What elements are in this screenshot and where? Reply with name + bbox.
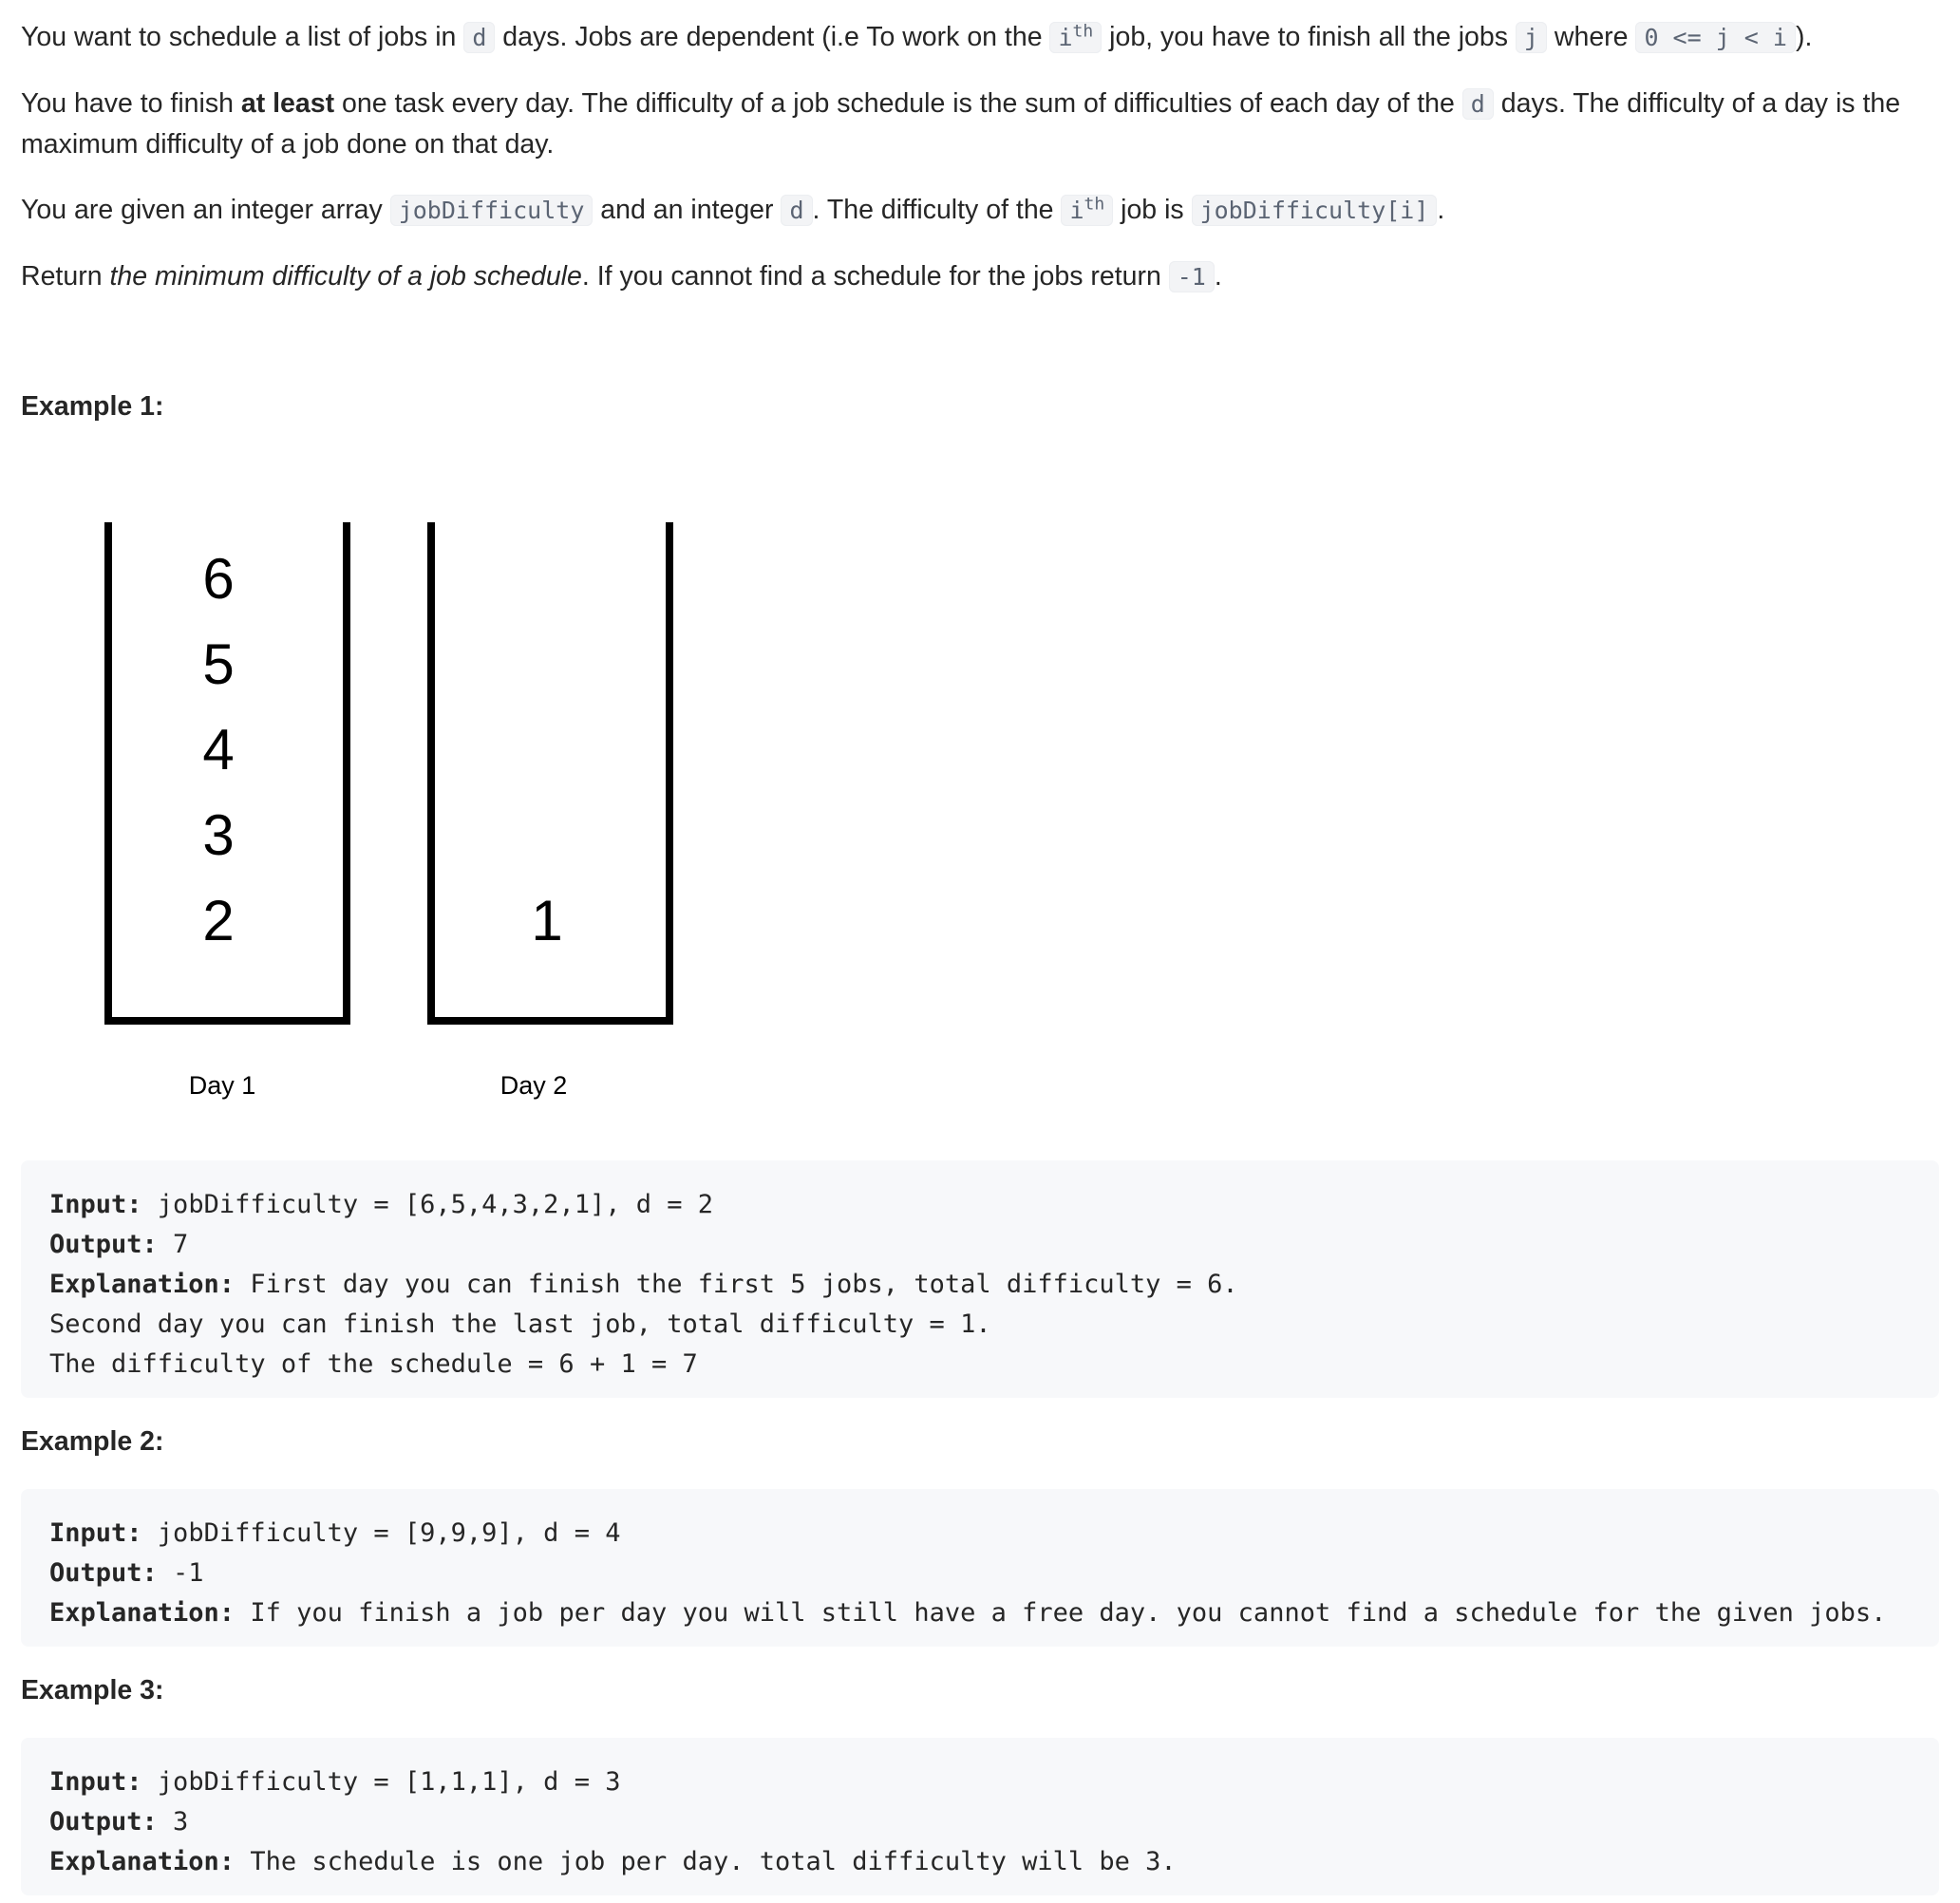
job-value: 6 bbox=[202, 547, 234, 611]
inline-code: d bbox=[463, 22, 496, 53]
text: You are given an integer array bbox=[21, 195, 390, 225]
inline-code: ith bbox=[1049, 22, 1102, 53]
day-buckets-diagram: 6 5 4 3 2 1 Day 1 Day 2 bbox=[104, 522, 673, 1100]
input-value: jobDifficulty = [1,1,1], d = 3 bbox=[141, 1767, 621, 1797]
output-value: 3 bbox=[157, 1807, 189, 1837]
inline-code: -1 bbox=[1168, 261, 1215, 292]
explanation-value: The schedule is one job per day. total d… bbox=[235, 1847, 1177, 1876]
example-2-title: Example 2: bbox=[21, 1426, 164, 1457]
text: . bbox=[1437, 195, 1445, 225]
output-value: -1 bbox=[157, 1558, 204, 1588]
text: ). bbox=[1795, 22, 1813, 52]
paragraph-1: You want to schedule a list of jobs in d… bbox=[21, 17, 1939, 58]
input-label: Input: bbox=[49, 1767, 142, 1797]
text: Return bbox=[21, 261, 110, 292]
text: days. Jobs are dependent (i.e To work on… bbox=[495, 22, 1050, 52]
explanation-label: Explanation: bbox=[49, 1270, 236, 1299]
output-label: Output: bbox=[49, 1807, 158, 1837]
output-value: 7 bbox=[157, 1230, 189, 1259]
inline-code: jobDifficulty bbox=[389, 195, 594, 226]
day-2-label: Day 2 bbox=[500, 1071, 568, 1100]
text: . If you cannot find a schedule for the … bbox=[581, 261, 1169, 292]
inline-code: jobDifficulty[i] bbox=[1191, 195, 1438, 226]
explanation-value: If you finish a job per day you will sti… bbox=[235, 1598, 1887, 1628]
example-1-block: Input: jobDifficulty = [6,5,4,3,2,1], d … bbox=[21, 1160, 1939, 1398]
text: You have to finish bbox=[21, 88, 241, 119]
explanation-label: Explanation: bbox=[49, 1847, 236, 1876]
paragraph-2: You have to finish at least one task eve… bbox=[21, 84, 1939, 164]
input-label: Input: bbox=[49, 1518, 142, 1548]
input-value: jobDifficulty = [9,9,9], d = 4 bbox=[141, 1518, 621, 1548]
text: where bbox=[1546, 22, 1636, 52]
inline-code: 0 <= j < i bbox=[1635, 22, 1796, 53]
text: one task every day. The difficulty of a … bbox=[334, 88, 1462, 119]
inline-code: d bbox=[781, 195, 813, 226]
output-label: Output: bbox=[49, 1230, 158, 1259]
example-1-title: Example 1: bbox=[21, 391, 164, 422]
text: and an integer bbox=[593, 195, 782, 225]
inline-code: d bbox=[1461, 88, 1494, 120]
paragraph-4: Return the minimum difficulty of a job s… bbox=[21, 256, 1939, 297]
input-label: Input: bbox=[49, 1190, 142, 1219]
example-3-block: Input: jobDifficulty = [1,1,1], d = 3 Ou… bbox=[21, 1738, 1939, 1895]
superscript: th bbox=[1072, 21, 1094, 42]
inline-code-text: i bbox=[1069, 197, 1084, 224]
paragraph-3: You are given an integer array jobDiffic… bbox=[21, 190, 1939, 231]
text: You want to schedule a list of jobs in bbox=[21, 22, 464, 52]
job-value: 3 bbox=[202, 803, 234, 867]
text: job, you have to finish all the jobs bbox=[1102, 22, 1516, 52]
bold-text: at least bbox=[240, 88, 335, 119]
job-value: 1 bbox=[531, 889, 562, 952]
day-1-label: Day 1 bbox=[189, 1071, 256, 1100]
inline-code: ith bbox=[1061, 194, 1114, 226]
superscript: th bbox=[1084, 194, 1105, 215]
job-value: 4 bbox=[202, 718, 234, 782]
inline-code-text: i bbox=[1058, 24, 1073, 51]
text: . bbox=[1214, 261, 1222, 292]
inline-code: j bbox=[1515, 22, 1547, 53]
example-1-figure: 6 5 4 3 2 1 Day 1 Day 2 bbox=[21, 503, 743, 1130]
example-2-block: Input: jobDifficulty = [9,9,9], d = 4 Ou… bbox=[21, 1489, 1939, 1647]
job-value: 5 bbox=[202, 632, 234, 696]
italic-text: the minimum difficulty of a job schedule bbox=[109, 261, 582, 292]
text: . The difficulty of the bbox=[812, 195, 1062, 225]
example-3-title: Example 3: bbox=[21, 1675, 164, 1705]
output-label: Output: bbox=[49, 1558, 158, 1588]
text: job is bbox=[1113, 195, 1192, 225]
explanation-label: Explanation: bbox=[49, 1598, 236, 1628]
input-value: jobDifficulty = [6,5,4,3,2,1], d = 2 bbox=[141, 1190, 713, 1219]
job-value: 2 bbox=[202, 889, 234, 952]
